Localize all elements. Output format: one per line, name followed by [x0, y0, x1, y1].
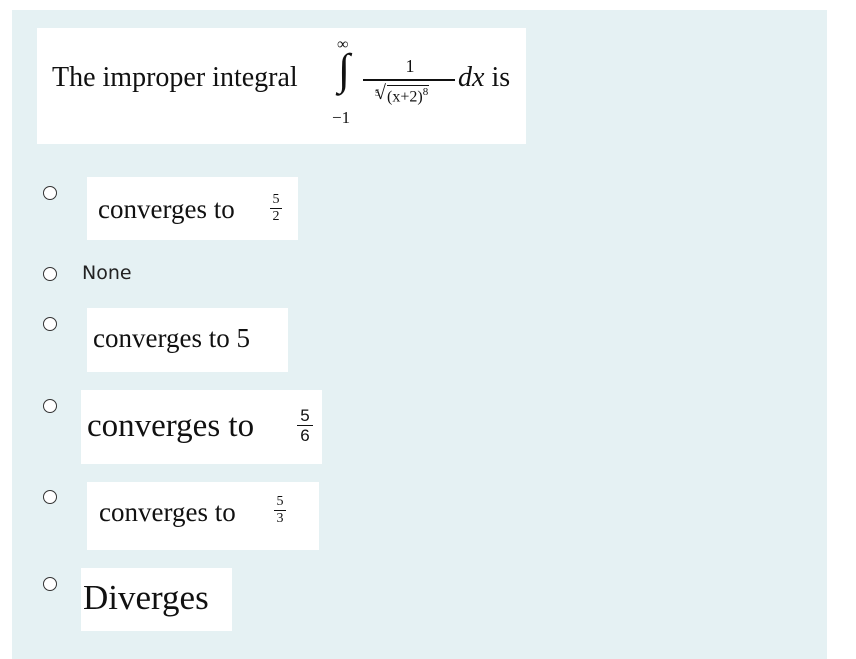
integral-sign: ∫: [338, 45, 351, 94]
option-5-radio[interactable]: [43, 490, 57, 504]
question-prefix: The improper integral: [52, 62, 298, 93]
option-4-card[interactable]: converges to 5 6: [81, 390, 322, 464]
option-2-label[interactable]: None: [82, 262, 132, 284]
option-1-label: converges to: [98, 194, 235, 224]
option-3-label: converges to 5: [93, 323, 250, 353]
question-suffix-text: is: [491, 62, 511, 93]
option-4-fraction-denominator: 6: [300, 426, 310, 445]
differential: dx: [458, 62, 485, 93]
option-4-radio[interactable]: [43, 399, 57, 413]
option-5-fraction: 5 3: [274, 495, 286, 526]
option-2-radio[interactable]: [43, 267, 57, 281]
question-card: The improper integral ∞ ∫ −1 1 5 √ (x+2)…: [37, 28, 526, 144]
fraction-bar: [363, 79, 455, 81]
option-5-label: converges to: [99, 497, 236, 527]
option-4-label: converges to: [87, 408, 255, 444]
option-6-card[interactable]: Diverges: [81, 568, 232, 631]
integral-lower-limit: −1: [332, 108, 351, 127]
radicand-exponent: 8: [422, 86, 429, 98]
integrand-fraction: 1 5 √ (x+2)8: [363, 56, 457, 116]
option-1-fraction-denominator: 2: [272, 209, 280, 224]
option-1-fraction-numerator: 5: [272, 192, 280, 207]
option-4-fraction: 5 6: [297, 407, 313, 444]
option-3-radio[interactable]: [43, 317, 57, 331]
option-5-card[interactable]: converges to 5 3: [87, 482, 319, 550]
radicand: (x+2)8: [387, 85, 430, 106]
option-5-fraction-numerator: 5: [276, 494, 284, 509]
option-1-fraction: 5 2: [270, 193, 282, 224]
integrand-numerator: 1: [405, 56, 415, 76]
option-6-label: Diverges: [83, 578, 209, 617]
option-1-card[interactable]: converges to 5 2: [87, 177, 298, 240]
radical-sign: √: [375, 82, 386, 104]
option-3-card[interactable]: converges to 5: [87, 308, 288, 372]
option-4-fraction-numerator: 5: [300, 406, 310, 425]
question-suffix: dx is: [458, 62, 510, 94]
option-1-radio[interactable]: [43, 186, 57, 200]
option-6-radio[interactable]: [43, 577, 57, 591]
integral-expression: ∞ ∫ −1: [329, 34, 359, 134]
radicand-base: (x+2): [387, 88, 423, 106]
option-5-fraction-denominator: 3: [276, 511, 284, 526]
